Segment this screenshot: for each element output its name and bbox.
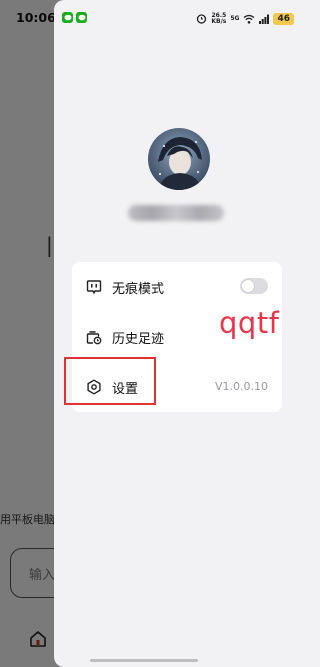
- network-speed: 26.5 KB/s: [211, 12, 227, 25]
- wechat-icon: [76, 12, 87, 23]
- navigation-gesture-bar[interactable]: [90, 659, 198, 662]
- incognito-toggle[interactable]: [240, 278, 268, 294]
- speed-unit: KB/s: [211, 17, 227, 25]
- status-indicators: 26.5 KB/s 5G 46: [196, 9, 294, 28]
- battery-indicator: 46: [273, 12, 294, 25]
- incognito-label: 无痕模式: [112, 282, 165, 297]
- wifi-icon: [243, 9, 255, 28]
- wechat-icon: [62, 12, 73, 23]
- toggle-knob: [242, 280, 254, 292]
- username-redacted: [128, 205, 224, 221]
- signal-icon: [259, 9, 270, 28]
- side-drawer: 26.5 KB/s 5G 46 无痕模式 历史足迹 设置 V1.0.0.10 q…: [54, 0, 300, 667]
- history-icon: [86, 329, 102, 345]
- menu-item-incognito: 无痕模式: [72, 262, 282, 312]
- avatar[interactable]: [148, 128, 210, 190]
- incognito-icon: [86, 279, 102, 295]
- app-version: V1.0.0.10: [214, 380, 268, 393]
- alarm-icon: [196, 9, 207, 28]
- annotation-text: qqtf: [219, 306, 280, 340]
- status-notification-icons: [62, 12, 87, 23]
- history-label: 历史足迹: [112, 332, 165, 347]
- network-type: 5G: [230, 14, 240, 22]
- annotation-highlight-box: [64, 357, 156, 405]
